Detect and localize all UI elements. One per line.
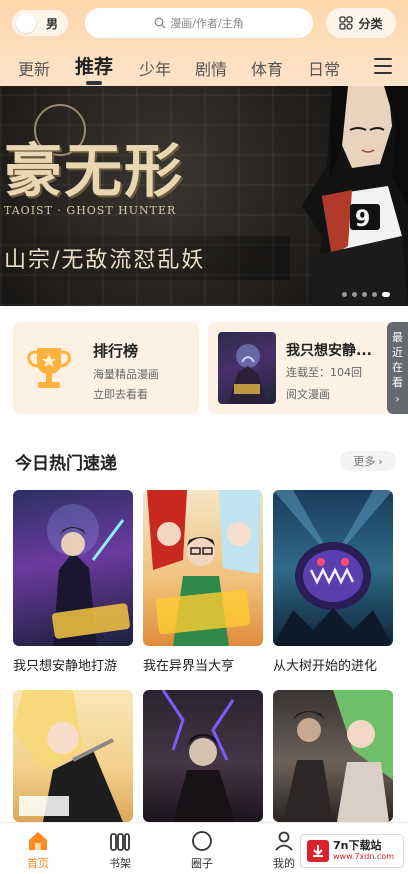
search-icon xyxy=(154,17,166,29)
recent-char: 在 xyxy=(392,360,403,374)
search-placeholder: 漫画/作者/主角 xyxy=(170,17,244,30)
comic-item[interactable] xyxy=(13,690,133,831)
tab-drama[interactable]: 剧情 xyxy=(195,56,227,80)
nav-circle[interactable]: 圈子 xyxy=(172,829,232,871)
comic-title: 从大树开始的进化 xyxy=(273,659,378,674)
banner-subtitle: TAOIST · GHOST HUNTER xyxy=(4,204,177,217)
continue-cover-image xyxy=(218,332,276,404)
comic-cover-image xyxy=(143,490,263,646)
banner-carousel[interactable]: 豪无形 TAOIST · GHOST HUNTER 山宗/无敌流怼乱妖 9 xyxy=(0,86,408,306)
nav-bookshelf[interactable]: 书架 xyxy=(90,829,150,871)
ranking-subtitle: 海量精品漫画 xyxy=(93,368,159,381)
nav-bookshelf-label: 书架 xyxy=(109,857,131,870)
category-button[interactable]: 分类 xyxy=(326,8,396,38)
banner-title: 豪无形 xyxy=(4,137,185,205)
carousel-dots xyxy=(342,292,390,297)
toggle-knob xyxy=(16,13,36,33)
tab-shounen[interactable]: 少年 xyxy=(139,56,171,80)
gender-toggle[interactable]: 男 xyxy=(12,10,68,36)
tab-update[interactable]: 更新 xyxy=(18,56,50,80)
continue-source: 阅文漫画 xyxy=(286,388,330,401)
comic-item[interactable]: 我在异界当大亨 xyxy=(143,490,263,674)
chevron-right-icon: › xyxy=(395,393,400,405)
category-tabs: 更新 推荐 少年 剧情 体育 日常 xyxy=(0,50,408,86)
ranking-link[interactable]: 立即去看看 xyxy=(93,386,148,402)
chevron-right-icon: › xyxy=(378,454,383,468)
nav-circle-label: 圈子 xyxy=(191,857,213,870)
nav-home[interactable]: 首页 xyxy=(8,829,68,871)
grid-icon xyxy=(339,16,354,30)
circle-icon xyxy=(192,831,212,851)
nav-home-label: 首页 xyxy=(27,857,49,870)
trophy-icon xyxy=(27,348,71,388)
comic-title: 我在异界当大亨 xyxy=(143,659,235,674)
nav-profile-label: 我的 xyxy=(273,857,295,870)
ranking-title: 排行榜 xyxy=(93,342,139,360)
recent-char: 最 xyxy=(392,330,403,344)
ranking-card[interactable]: 排行榜 海量精品漫画 立即去看看 xyxy=(13,322,199,414)
tab-recommend[interactable]: 推荐 xyxy=(75,52,113,79)
svg-text:9: 9 xyxy=(355,207,370,232)
comic-cover-image xyxy=(273,690,393,822)
comic-cover-image xyxy=(143,690,263,822)
comic-item[interactable]: 我只想安静地打游 xyxy=(13,490,133,674)
recent-char: 看 xyxy=(392,375,403,389)
carousel-dot xyxy=(342,292,347,297)
home-screen: 男 漫画/作者/主角 分类 更新 推荐 少年 剧情 体育 日常 豪无形 TAOI… xyxy=(0,0,408,874)
comic-item[interactable]: 从大树开始的进化 xyxy=(273,490,393,674)
home-icon xyxy=(29,832,47,850)
carousel-dot xyxy=(372,292,377,297)
continue-progress: 连载至：104回 xyxy=(286,366,362,379)
watermark-name: 7n下载站 xyxy=(333,839,382,852)
gender-label: 男 xyxy=(46,16,59,31)
continue-reading-card[interactable]: 我只想安静... 连载至：104回 阅文漫画 xyxy=(208,322,396,414)
comic-title: 我只想安静地打游 xyxy=(13,659,118,674)
continue-title: 我只想安静... xyxy=(286,343,372,359)
top-header: 男 漫画/作者/主角 分类 更新 推荐 少年 剧情 体育 日常 xyxy=(0,0,408,92)
comic-cover-image xyxy=(13,490,133,646)
comic-cover-image xyxy=(273,490,393,646)
category-label: 分类 xyxy=(358,16,383,31)
more-button[interactable]: 更多 › xyxy=(340,451,396,471)
carousel-dot xyxy=(352,292,357,297)
menu-icon[interactable] xyxy=(374,58,392,74)
comic-cover-image xyxy=(13,690,133,822)
bookshelf-icon xyxy=(110,833,130,851)
watermark-url: www.7xdn.com xyxy=(333,852,395,861)
banner-character-art: 9 xyxy=(302,86,408,306)
recent-char: 近 xyxy=(392,345,403,359)
carousel-dot xyxy=(362,292,367,297)
site-watermark: 7n下载站 www.7xdn.com xyxy=(300,834,404,868)
profile-icon xyxy=(275,831,293,851)
download-icon xyxy=(307,840,329,862)
recently-read-tab[interactable]: 最 近 在 看 › xyxy=(387,322,408,414)
comic-item[interactable] xyxy=(273,690,393,831)
active-tab-indicator xyxy=(86,81,102,85)
section-title: 今日热门速递 xyxy=(15,454,117,474)
banner-tagline: 山宗/无敌流怼乱妖 xyxy=(0,236,290,280)
more-label: 更多 xyxy=(353,455,376,468)
carousel-dot-active xyxy=(382,292,390,297)
tab-daily[interactable]: 日常 xyxy=(308,56,340,80)
comic-item[interactable] xyxy=(143,690,263,831)
tab-sports[interactable]: 体育 xyxy=(251,56,283,80)
search-input[interactable]: 漫画/作者/主角 xyxy=(85,8,313,38)
